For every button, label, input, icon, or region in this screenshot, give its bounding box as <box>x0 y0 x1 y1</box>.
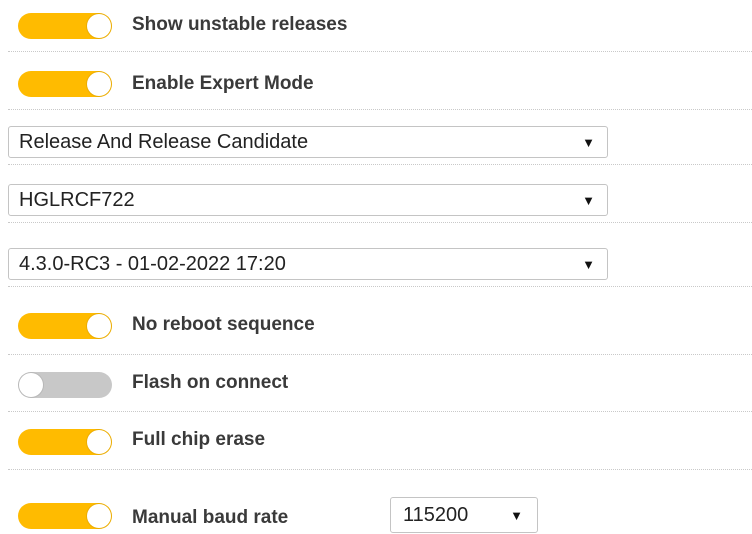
option-row-board: HGLRCF722 ▼ <box>0 165 752 223</box>
baud-rate-select[interactable]: 115200 ▼ <box>390 497 538 533</box>
flash-on-connect-label: Flash on connect <box>132 372 289 393</box>
board-value: HGLRCF722 <box>19 189 135 211</box>
option-row-full-chip-erase: Full chip erase <box>0 412 752 470</box>
toggle-knob <box>87 314 111 338</box>
toggle-knob <box>87 14 111 38</box>
no-reboot-label: No reboot sequence <box>132 314 315 335</box>
expert-mode-toggle[interactable] <box>18 71 112 97</box>
caret-down-icon: ▼ <box>510 508 523 523</box>
show-unstable-toggle[interactable] <box>18 13 112 39</box>
full-chip-erase-label: Full chip erase <box>132 429 266 450</box>
option-row-release-type: Release And Release Candidate ▼ <box>0 110 752 165</box>
board-select[interactable]: HGLRCF722 ▼ <box>8 184 608 216</box>
show-unstable-label: Show unstable releases <box>132 14 348 35</box>
toggle-knob <box>87 504 111 528</box>
caret-down-icon: ▼ <box>582 257 595 272</box>
expert-mode-label: Enable Expert Mode <box>132 73 314 94</box>
toggle-knob <box>87 72 111 96</box>
flash-on-connect-toggle[interactable] <box>18 372 112 398</box>
option-row-firmware-version: 4.3.0-RC3 - 01-02-2022 17:20 ▼ <box>0 223 752 287</box>
option-row-expert-mode: Enable Expert Mode <box>0 52 752 110</box>
baud-rate-value: 115200 <box>403 504 469 526</box>
firmware-version-select[interactable]: 4.3.0-RC3 - 01-02-2022 17:20 ▼ <box>8 248 608 280</box>
caret-down-icon: ▼ <box>582 135 595 150</box>
full-chip-erase-toggle[interactable] <box>18 429 112 455</box>
manual-baud-toggle[interactable] <box>18 503 112 529</box>
toggle-knob <box>87 430 111 454</box>
option-row-manual-baud: Manual baud rate 115200 ▼ <box>0 470 752 534</box>
option-row-flash-on-connect: Flash on connect <box>0 355 752 412</box>
no-reboot-toggle[interactable] <box>18 313 112 339</box>
option-row-show-unstable: Show unstable releases <box>0 0 752 52</box>
manual-baud-label: Manual baud rate <box>132 507 289 528</box>
release-type-select[interactable]: Release And Release Candidate ▼ <box>8 126 608 158</box>
firmware-flasher-options: Show unstable releases Enable Expert Mod… <box>0 0 752 534</box>
option-row-no-reboot: No reboot sequence <box>0 287 752 355</box>
caret-down-icon: ▼ <box>582 193 595 208</box>
toggle-knob <box>19 373 43 397</box>
release-type-value: Release And Release Candidate <box>19 131 309 153</box>
firmware-version-value: 4.3.0-RC3 - 01-02-2022 17:20 <box>19 253 286 275</box>
